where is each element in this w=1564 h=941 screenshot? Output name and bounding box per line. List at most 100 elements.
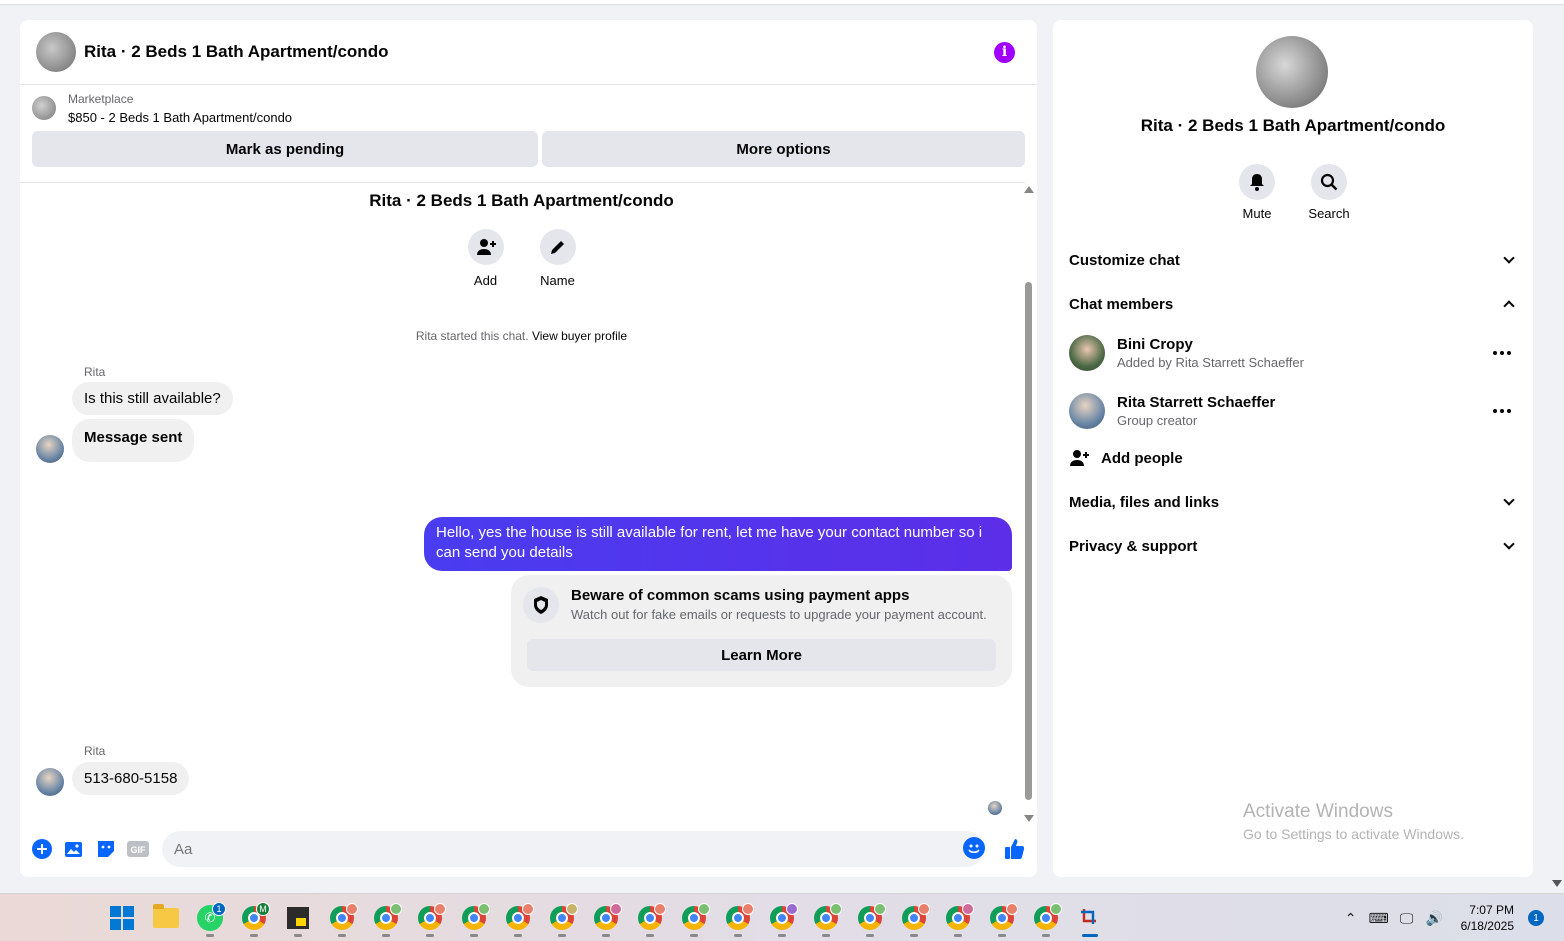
profile-icon: [478, 903, 490, 915]
chat-title[interactable]: Rita · 2 Beds 1 Bath Apartment/condo: [84, 42, 388, 62]
file-explorer-button[interactable]: [144, 894, 188, 941]
chrome-profile-button[interactable]: [584, 894, 628, 941]
chrome-profile-button[interactable]: [540, 894, 584, 941]
sender-avatar[interactable]: [36, 768, 64, 796]
network-icon[interactable]: 🖵: [1393, 894, 1421, 941]
view-buyer-profile-link[interactable]: View buyer profile: [532, 329, 627, 343]
customize-chat-section[interactable]: Customize chat: [1069, 238, 1517, 282]
chrome-profile-button[interactable]: [672, 894, 716, 941]
profile-icon: [390, 903, 402, 915]
whatsapp-button[interactable]: ✆ 1: [188, 894, 232, 941]
gmail-badge: M: [256, 902, 270, 916]
scroll-thumb[interactable]: [1025, 282, 1032, 800]
chrome-profile-button[interactable]: [320, 894, 364, 941]
sender-name: Rita: [84, 365, 106, 379]
activate-windows-watermark: Activate Windows Go to Settings to activ…: [1243, 801, 1464, 842]
more-options-button[interactable]: More options: [542, 131, 1025, 167]
info-icon[interactable]: i: [994, 41, 1015, 63]
chrome-profile-button[interactable]: [804, 894, 848, 941]
incoming-message[interactable]: Is this still available?: [72, 382, 233, 415]
incoming-message[interactable]: 513-680-5158: [72, 762, 190, 795]
media-files-section[interactable]: Media, files and links: [1069, 480, 1517, 524]
outgoing-message[interactable]: Hello, yes the house is still available …: [424, 517, 1012, 571]
scroll-up-icon[interactable]: [1024, 186, 1034, 193]
chrome-profile-button[interactable]: [452, 894, 496, 941]
group-avatar[interactable]: [1256, 36, 1328, 108]
profile-icon: [610, 903, 622, 915]
name-action[interactable]: Name: [539, 229, 576, 288]
start-button[interactable]: [100, 894, 144, 941]
mute-action[interactable]: Mute: [1239, 164, 1275, 221]
incoming-message[interactable]: Message sent: [72, 419, 195, 462]
volume-icon[interactable]: 🔊: [1421, 894, 1449, 941]
marketplace-bar: Marketplace $850 - 2 Beds 1 Bath Apartme…: [20, 85, 1037, 131]
add-people-button[interactable]: Add people: [1069, 440, 1183, 476]
message-list[interactable]: Rita · 2 Beds 1 Bath Apartment/condo Add…: [20, 182, 1025, 822]
chat-avatar[interactable]: [36, 32, 76, 72]
clock[interactable]: 7:07 PM 6/18/2025: [1461, 902, 1514, 934]
privacy-support-label: Privacy & support: [1069, 537, 1198, 555]
member-item[interactable]: Bini Cropy Added by Rita Starrett Schaef…: [1069, 324, 1517, 382]
scam-warning-card: Beware of common scams using payment app…: [511, 575, 1012, 687]
more-icon[interactable]: [1493, 351, 1511, 355]
chrome-profile-button[interactable]: [892, 894, 936, 941]
browser-top-edge: [0, 0, 1564, 5]
search-action[interactable]: Search: [1308, 164, 1350, 221]
listing-title[interactable]: $850 - 2 Beds 1 Bath Apartment/condo: [68, 110, 292, 125]
chrome-profile-button[interactable]: [408, 894, 452, 941]
bell-icon[interactable]: [1239, 164, 1275, 200]
chat-members-section[interactable]: Chat members: [1069, 282, 1517, 326]
member-avatar[interactable]: [1069, 393, 1105, 429]
privacy-support-section[interactable]: Privacy & support: [1069, 524, 1517, 568]
watermark-line-1: Activate Windows: [1243, 801, 1393, 822]
photo-icon[interactable]: [61, 836, 87, 862]
chevron-up-icon[interactable]: ⌃: [1337, 894, 1365, 941]
listing-thumbnail[interactable]: [32, 96, 56, 120]
windows-icon: [110, 906, 134, 930]
gif-icon[interactable]: GIF: [125, 836, 151, 862]
profile-icon: [830, 903, 842, 915]
plus-icon[interactable]: [29, 836, 55, 862]
chrome-profile-button[interactable]: [1024, 894, 1068, 941]
mark-pending-button[interactable]: Mark as pending: [32, 131, 538, 167]
notification-count[interactable]: 1: [1528, 910, 1544, 926]
profile-icon: [698, 903, 710, 915]
snipping-tool-button[interactable]: [1068, 894, 1112, 941]
chrome-profile-button[interactable]: [760, 894, 804, 941]
profile-icon: [874, 903, 886, 915]
add-person-icon[interactable]: [467, 229, 504, 265]
message-input[interactable]: [162, 831, 984, 867]
pencil-icon[interactable]: [539, 229, 576, 265]
message-scrollbar[interactable]: [1022, 182, 1034, 822]
sticker-icon[interactable]: [93, 836, 119, 862]
page-scroll-down-icon[interactable]: [1552, 880, 1562, 887]
profile-icon: [434, 903, 446, 915]
more-icon[interactable]: [1493, 409, 1511, 413]
like-icon[interactable]: [1002, 836, 1028, 862]
search-icon[interactable]: [1311, 164, 1347, 200]
member-avatar[interactable]: [1069, 335, 1105, 371]
chat-members-label: Chat members: [1069, 295, 1174, 313]
sender-avatar[interactable]: [36, 435, 64, 463]
chrome-profile-button[interactable]: [848, 894, 892, 941]
sticky-notes-button[interactable]: [276, 894, 320, 941]
chrome-gmail-button[interactable]: M: [232, 894, 276, 941]
chevron-down-icon: [1503, 538, 1515, 550]
chrome-profile-button[interactable]: [936, 894, 980, 941]
add-action[interactable]: Add: [467, 229, 504, 288]
member-item[interactable]: Rita Starrett Schaeffer Group creator: [1069, 382, 1517, 440]
profile-icon: [346, 903, 358, 915]
gif-text: GIF: [131, 845, 147, 855]
emoji-icon[interactable]: [963, 837, 985, 859]
learn-more-button[interactable]: Learn More: [527, 639, 996, 671]
customize-chat-label: Customize chat: [1069, 251, 1180, 269]
chrome-profile-button[interactable]: [980, 894, 1024, 941]
chrome-profile-button[interactable]: [364, 894, 408, 941]
taskbar: ✆ 1 M ⌃ ⌨ 🖵 🔊 7:07 PM 6/18/2025 1: [0, 893, 1564, 941]
chrome-profile-button[interactable]: [716, 894, 760, 941]
system-message-text: Rita started this chat.: [415, 329, 529, 343]
keyboard-icon[interactable]: ⌨: [1365, 894, 1393, 941]
chrome-profile-button[interactable]: [628, 894, 672, 941]
warning-title: Beware of common scams using payment app…: [571, 587, 910, 604]
chrome-profile-button[interactable]: [496, 894, 540, 941]
